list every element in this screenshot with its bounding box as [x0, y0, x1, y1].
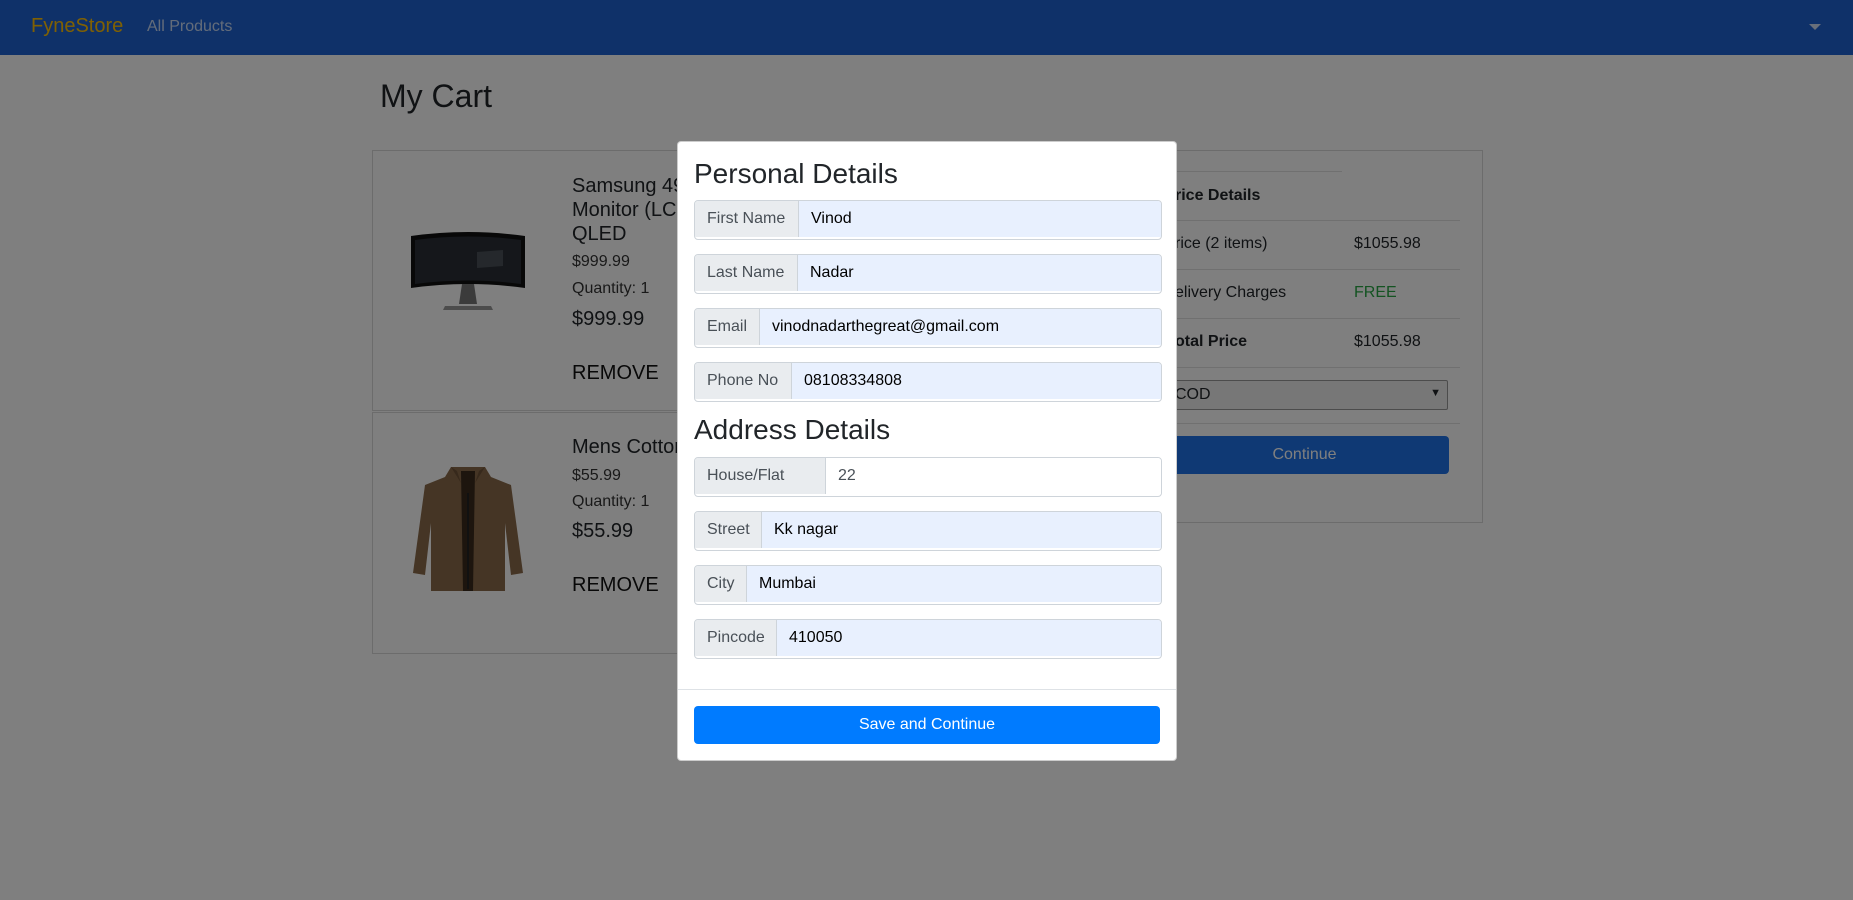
pincode-input[interactable]: 410050 — [777, 620, 1161, 656]
phone-field: Phone No 08108334808 — [694, 362, 1162, 402]
street-field: Street Kk nagar — [694, 511, 1162, 551]
house-input[interactable]: 22 — [826, 458, 1161, 494]
street-input[interactable]: Kk nagar — [762, 512, 1161, 548]
city-label: City — [695, 566, 747, 602]
house-label: House/Flat No. — [695, 458, 826, 494]
modal-footer-divider — [678, 689, 1176, 690]
city-input[interactable]: Mumbai — [747, 566, 1161, 602]
email-field: Email vinodnadarthegreat@gmail.com — [694, 308, 1162, 348]
street-label: Street — [695, 512, 762, 548]
first-name-input[interactable]: Vinod — [799, 201, 1161, 237]
email-label: Email — [695, 309, 760, 345]
last-name-field: Last Name Nadar — [694, 254, 1162, 294]
first-name-label: First Name — [695, 201, 799, 237]
house-field: House/Flat No. 22 — [694, 457, 1162, 497]
last-name-input[interactable]: Nadar — [798, 255, 1161, 291]
personal-details-title: Personal Details — [694, 158, 898, 189]
pincode-field: Pincode 410050 — [694, 619, 1162, 659]
email-input[interactable]: vinodnadarthegreat@gmail.com — [760, 309, 1161, 345]
first-name-field: First Name Vinod — [694, 200, 1162, 240]
pincode-label: Pincode — [695, 620, 777, 656]
phone-label: Phone No — [695, 363, 792, 399]
address-details-title: Address Details — [694, 414, 891, 445]
last-name-label: Last Name — [695, 255, 798, 291]
city-field: City Mumbai — [694, 565, 1162, 605]
save-and-continue-button[interactable]: Save and Continue — [694, 706, 1160, 744]
checkout-modal: Personal Details First Name Vinod Last N… — [677, 141, 1177, 761]
phone-input[interactable]: 08108334808 — [792, 363, 1161, 399]
